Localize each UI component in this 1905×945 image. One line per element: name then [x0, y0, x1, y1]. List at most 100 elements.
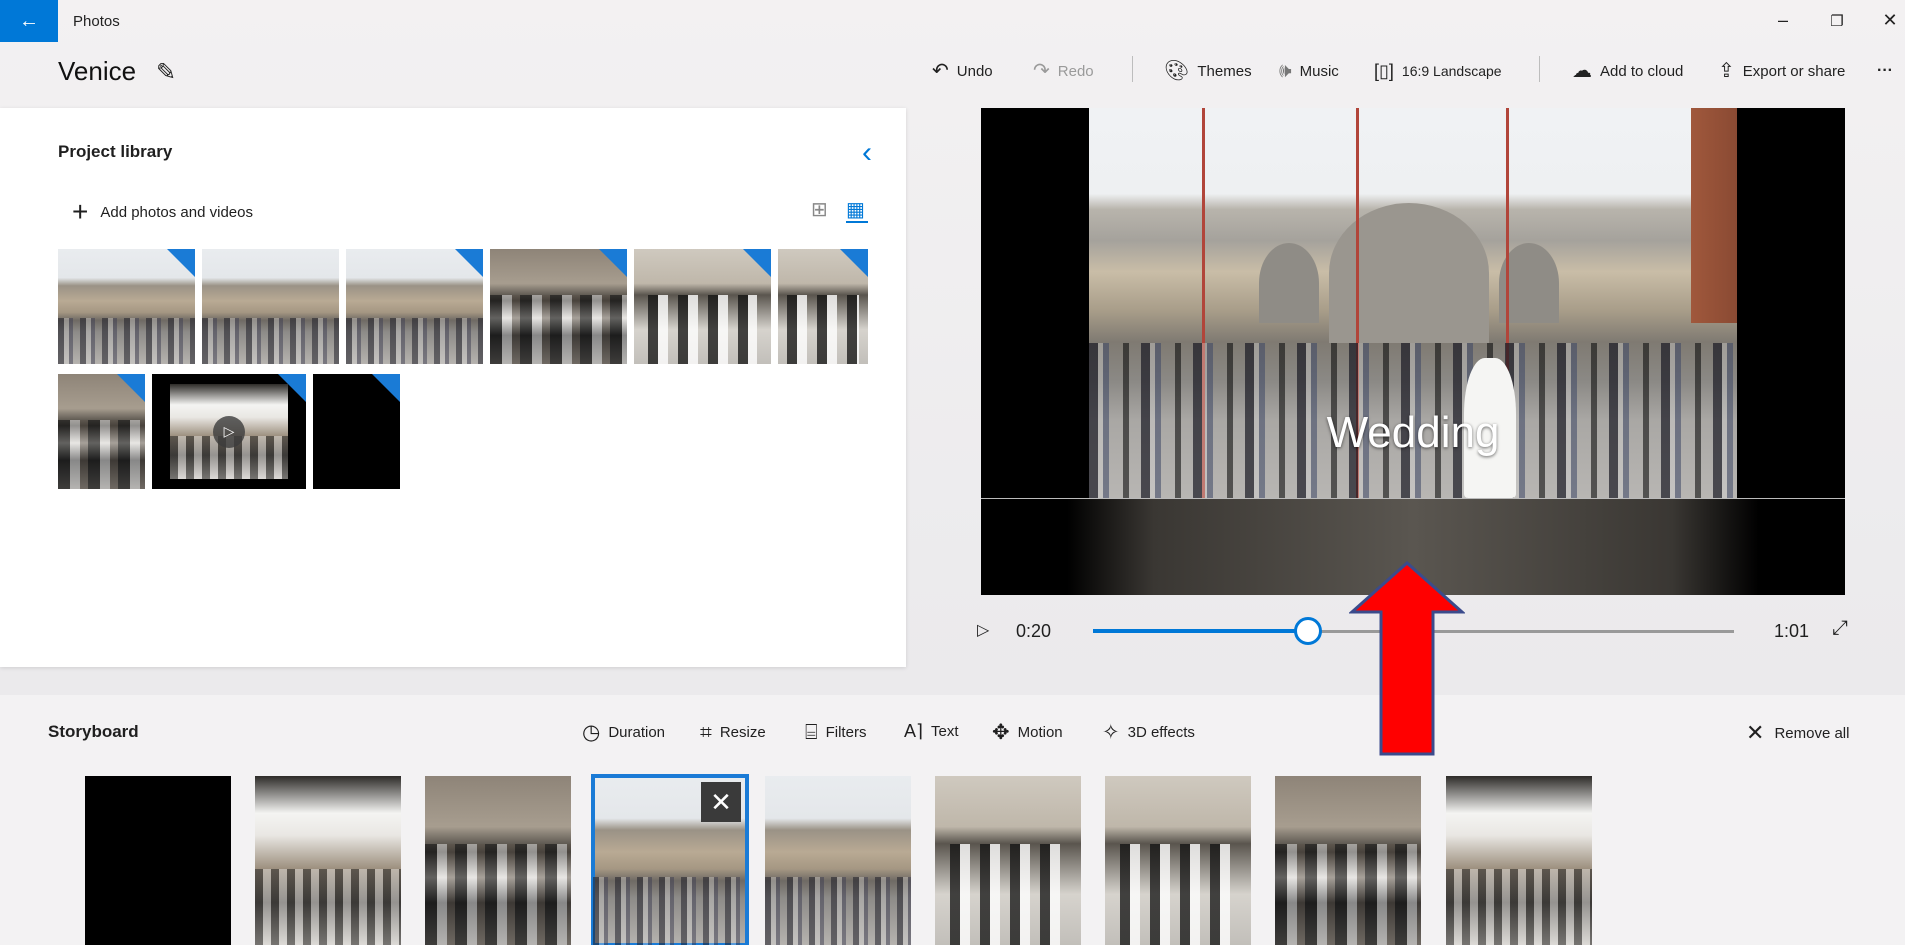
redo-label: Redo	[1057, 62, 1094, 80]
music-label: Music	[1299, 62, 1339, 80]
text-icon: A⌉	[904, 721, 924, 741]
export-button[interactable]: ⇪ Export or share	[1718, 61, 1845, 81]
project-title[interactable]: Venice	[58, 56, 136, 87]
speaker-icon: 🕪︎	[1279, 60, 1292, 82]
palette-icon: 🎨︎	[1164, 60, 1190, 82]
scrubber-handle[interactable]	[1293, 617, 1322, 645]
3d-effects-button[interactable]: ✧ 3D effects	[1102, 722, 1195, 743]
filters-label: Filters	[825, 724, 867, 741]
chevron-left-icon[interactable]: ‹	[862, 136, 872, 170]
brush-icon: ⌸	[805, 721, 818, 744]
duration-label: Duration	[608, 724, 666, 741]
current-time: 0:20	[1016, 621, 1052, 641]
library-item[interactable]	[778, 249, 868, 364]
music-button[interactable]: 🕪︎ Music	[1279, 61, 1339, 81]
storyboard-card[interactable]	[765, 776, 911, 945]
storyboard-card[interactable]	[1275, 776, 1421, 945]
motion-label: Motion	[1017, 724, 1063, 741]
library-item[interactable]	[58, 374, 145, 489]
expand-icon[interactable]: ⤢	[1832, 617, 1848, 640]
corner-marker	[372, 374, 400, 402]
corner-marker	[455, 249, 483, 277]
motion-icon: ✥	[992, 721, 1010, 744]
library-item[interactable]	[313, 374, 400, 489]
storyboard-card[interactable]	[1105, 776, 1251, 945]
storyboard-card[interactable]	[935, 776, 1081, 945]
small-grid-view-icon[interactable]: ▦	[846, 197, 865, 222]
bell-tower	[1691, 108, 1737, 323]
library-item[interactable]	[634, 249, 771, 364]
title-caption: Wedding	[1326, 408, 1500, 457]
restore-button[interactable]: ❐	[1822, 12, 1852, 30]
undo-label: Undo	[956, 62, 993, 80]
duration-button[interactable]: ◷ Duration	[582, 722, 665, 743]
scrubber-progress	[1093, 629, 1308, 633]
3d-effects-label: 3D effects	[1127, 724, 1195, 741]
library-item[interactable]	[490, 249, 627, 364]
total-time: 1:01	[1774, 621, 1810, 641]
storyboard-card[interactable]	[425, 776, 571, 945]
corner-marker	[278, 374, 306, 402]
more-options-button[interactable]: ···	[1877, 62, 1893, 80]
library-item[interactable]	[58, 249, 195, 364]
annotation-arrow-shape	[1349, 560, 1465, 756]
pencil-icon[interactable]: ✎	[156, 58, 176, 87]
corner-marker	[117, 374, 145, 402]
close-icon: ✕	[1746, 720, 1765, 745]
text-button[interactable]: A⌉ Text	[904, 722, 959, 740]
share-icon: ⇪	[1718, 60, 1735, 82]
redo-button[interactable]: ↷ Redo	[1033, 61, 1094, 81]
play-icon: ▷	[213, 415, 245, 448]
storyboard-card[interactable]	[85, 776, 231, 945]
aspect-ratio-label: 16:9 Landscape	[1401, 63, 1502, 79]
minimize-button[interactable]: –	[1768, 10, 1798, 31]
add-photos-videos-button[interactable]: + Add photos and videos	[72, 198, 253, 226]
library-video-item[interactable]: ▷	[152, 374, 306, 489]
basilica-dome	[1329, 203, 1489, 343]
more-icon: ···	[1877, 62, 1893, 79]
motion-button[interactable]: ✥ Motion	[992, 722, 1063, 743]
cloud-icon: ☁︎	[1572, 60, 1592, 82]
aspect-ratio-button[interactable]: [▯] 16:9 Landscape	[1374, 62, 1502, 80]
corner-marker	[599, 249, 627, 277]
undo-button[interactable]: ↶ Undo	[932, 61, 993, 81]
close-button[interactable]: ✕	[1875, 10, 1905, 31]
plus-icon: +	[72, 196, 89, 227]
filters-button[interactable]: ⌸ Filters	[805, 722, 866, 743]
export-label: Export or share	[1742, 62, 1846, 80]
aspect-ratio-icon: [▯]	[1374, 61, 1394, 81]
toolbar-divider	[1132, 56, 1133, 82]
play-button[interactable]: ▷	[977, 620, 989, 640]
undo-icon: ↶	[932, 60, 949, 82]
annotation-arrow	[1349, 560, 1465, 756]
add-to-cloud-button[interactable]: ☁︎ Add to cloud	[1572, 61, 1683, 81]
corner-marker	[743, 249, 771, 277]
resize-button[interactable]: ⌗ Resize	[700, 722, 766, 743]
text-label: Text	[931, 722, 959, 740]
video-preview[interactable]	[981, 108, 1845, 595]
project-library-title: Project library	[58, 142, 173, 161]
storyboard-card[interactable]	[255, 776, 401, 945]
app-title: Photos	[73, 13, 120, 30]
view-toggle-indicator	[846, 221, 868, 223]
remove-all-label: Remove all	[1774, 724, 1850, 742]
themes-button[interactable]: 🎨︎ Themes	[1164, 61, 1252, 81]
redo-icon: ↷	[1033, 60, 1050, 82]
add-to-cloud-label: Add to cloud	[1600, 62, 1684, 80]
basilica-dome	[1259, 243, 1319, 323]
add-photos-videos-label: Add photos and videos	[100, 203, 253, 221]
themes-label: Themes	[1197, 62, 1252, 80]
corner-marker	[840, 249, 868, 277]
toolbar-divider	[1539, 56, 1540, 82]
library-item[interactable]	[346, 249, 483, 364]
back-button[interactable]: ←	[0, 0, 58, 42]
resize-label: Resize	[719, 724, 766, 741]
storyboard-card-selected[interactable]: ✕	[591, 774, 749, 945]
large-grid-view-icon[interactable]: ⊞	[811, 197, 828, 222]
remove-all-button[interactable]: ✕ Remove all	[1746, 722, 1849, 744]
storyboard-card[interactable]	[1446, 776, 1592, 945]
card-close-icon[interactable]: ✕	[701, 782, 741, 822]
library-item[interactable]	[202, 249, 339, 364]
corner-marker	[167, 249, 195, 277]
title-bar: ← Photos – ❐ ✕	[0, 0, 1905, 42]
